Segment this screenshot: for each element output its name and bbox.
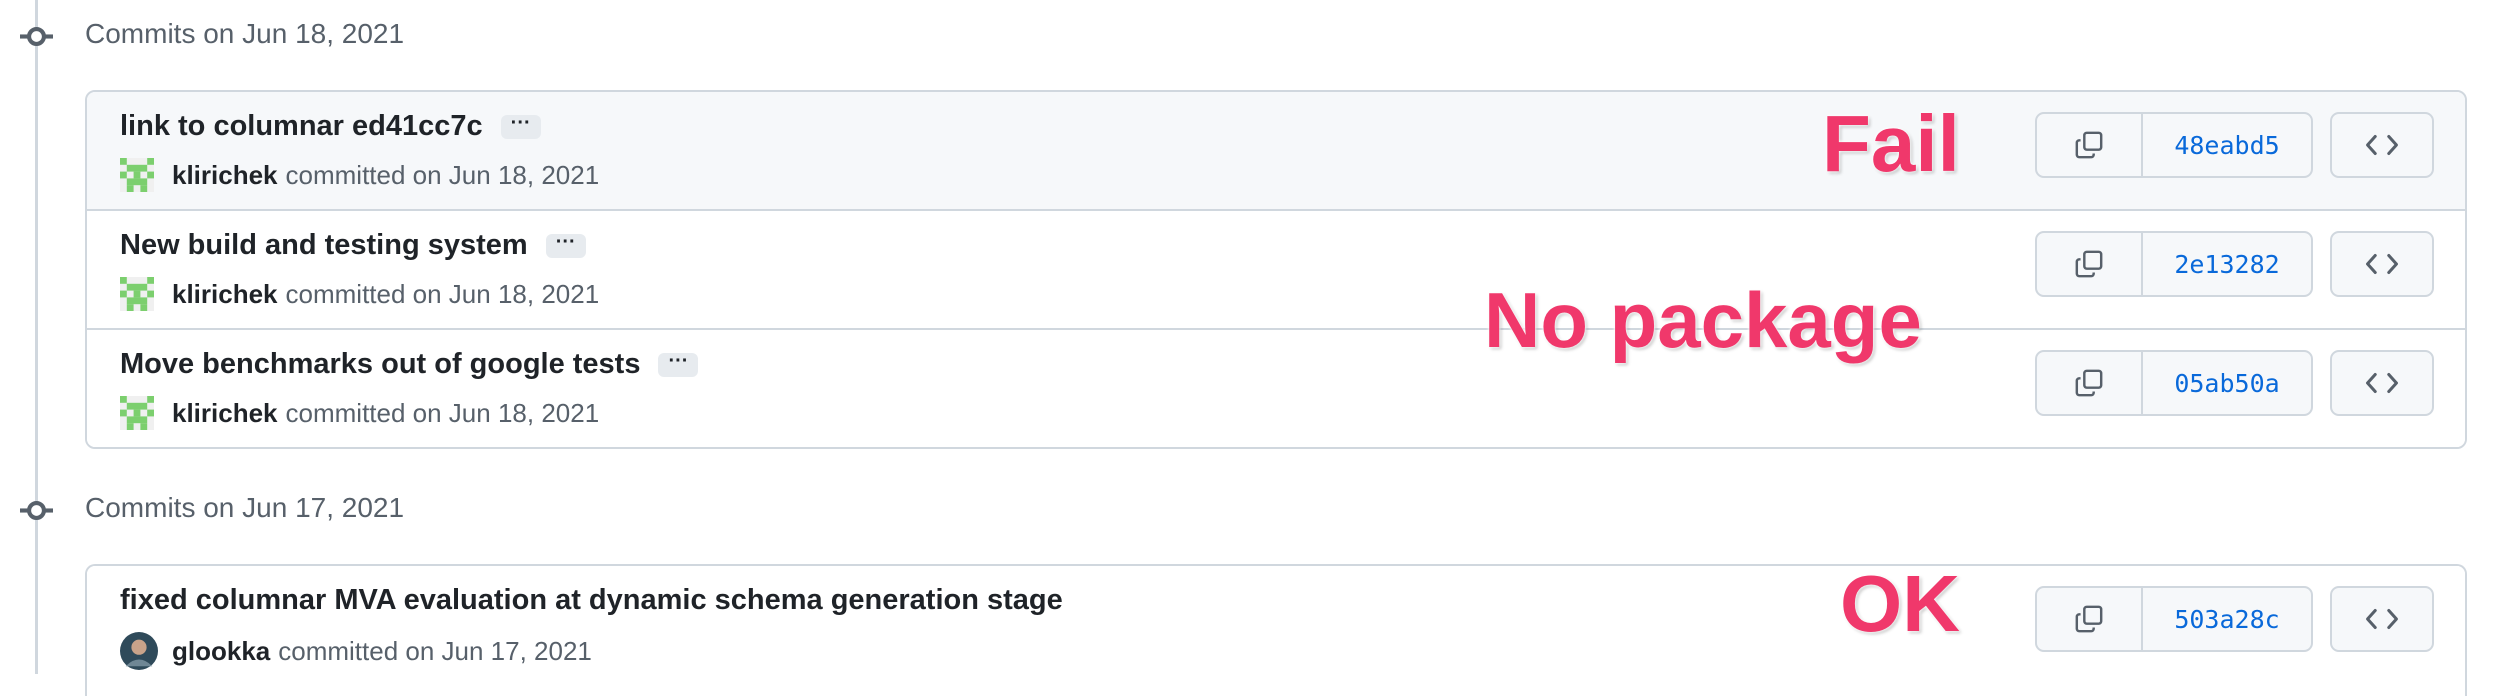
copy-sha-button[interactable]	[2037, 588, 2143, 650]
timeline-line	[35, 0, 38, 674]
commit-list: link to columnar ed41cc7c ··· klirichek …	[85, 90, 2467, 449]
sha-button-group: 05ab50a	[2035, 350, 2313, 416]
code-icon	[2366, 134, 2398, 156]
git-commit-icon	[20, 501, 53, 520]
commit-sha-link[interactable]: 48eabd5	[2143, 114, 2311, 176]
copy-sha-button[interactable]	[2037, 233, 2143, 295]
commit-date: committed on Jun 18, 2021	[285, 278, 600, 309]
commit-date: committed on Jun 18, 2021	[285, 159, 600, 190]
expand-description-button[interactable]: ···	[658, 351, 699, 377]
commit-meta: klirichek committed on Jun 18, 2021	[120, 158, 599, 192]
sha-button-group: 503a28c	[2035, 586, 2313, 652]
copy-sha-button[interactable]	[2037, 352, 2143, 414]
user-avatar[interactable]	[120, 632, 158, 670]
copy-icon	[2075, 369, 2103, 397]
commit-list: fixed columnar MVA evaluation at dynamic…	[85, 564, 2467, 696]
copy-icon	[2075, 605, 2103, 633]
copy-icon	[2075, 131, 2103, 159]
commit-row: Move benchmarks out of google tests ··· …	[87, 328, 2465, 447]
copy-icon	[2075, 250, 2103, 278]
group-title: Commits on Jun 18, 2021	[85, 18, 405, 49]
code-icon	[2366, 372, 2398, 394]
commit-message: Move benchmarks out of google tests ···	[120, 348, 699, 381]
commit-row: fixed columnar MVA evaluation at dynamic…	[87, 566, 2465, 683]
commit-sha-link[interactable]: 2e13282	[2143, 233, 2311, 295]
sha-button-group: 48eabd5	[2035, 112, 2313, 178]
identicon-avatar[interactable]	[120, 277, 154, 311]
group-title: Commits on Jun 17, 2021	[85, 492, 405, 523]
browse-repo-button[interactable]	[2330, 586, 2434, 652]
annotation-no-package: No package	[1484, 276, 1922, 364]
commit-message-link[interactable]: Move benchmarks out of google tests	[120, 348, 640, 381]
commit-message-link[interactable]: New build and testing system	[120, 229, 528, 262]
code-icon	[2366, 608, 2398, 630]
commit-sha-link[interactable]: 503a28c	[2143, 588, 2311, 650]
browse-repo-button[interactable]	[2330, 231, 2434, 297]
commit-date: committed on Jun 18, 2021	[285, 397, 600, 428]
commit-sha-link[interactable]: 05ab50a	[2143, 352, 2311, 414]
commit-message-link[interactable]: link to columnar ed41cc7c	[120, 110, 483, 143]
copy-sha-button[interactable]	[2037, 114, 2143, 176]
commit-message: link to columnar ed41cc7c ···	[120, 110, 541, 143]
commit-meta: glookka committed on Jun 17, 2021	[120, 632, 592, 670]
author-link[interactable]: klirichek	[172, 279, 278, 310]
git-commit-icon	[20, 27, 53, 46]
annotation-ok: OK	[1840, 559, 1960, 648]
browse-repo-button[interactable]	[2330, 112, 2434, 178]
commit-meta: klirichek committed on Jun 18, 2021	[120, 277, 599, 311]
expand-description-button[interactable]: ···	[500, 113, 541, 139]
author-link[interactable]: klirichek	[172, 160, 278, 191]
commit-message-link[interactable]: fixed columnar MVA evaluation at dynamic…	[120, 584, 1063, 617]
browse-repo-button[interactable]	[2330, 350, 2434, 416]
commit-meta: klirichek committed on Jun 18, 2021	[120, 396, 599, 430]
annotation-fail: Fail	[1822, 99, 1960, 188]
sha-button-group: 2e13282	[2035, 231, 2313, 297]
commit-date: committed on Jun 17, 2021	[278, 635, 592, 666]
commit-row: New build and testing system ··· klirich…	[87, 209, 2465, 328]
expand-description-button[interactable]: ···	[545, 232, 586, 258]
commit-row: link to columnar ed41cc7c ··· klirichek …	[87, 92, 2465, 209]
identicon-avatar[interactable]	[120, 158, 154, 192]
code-icon	[2366, 253, 2398, 275]
commit-message: New build and testing system ···	[120, 229, 586, 262]
commit-message: fixed columnar MVA evaluation at dynamic…	[120, 584, 1063, 617]
identicon-avatar[interactable]	[120, 396, 154, 430]
author-link[interactable]: glookka	[172, 636, 270, 667]
author-link[interactable]: klirichek	[172, 398, 278, 429]
